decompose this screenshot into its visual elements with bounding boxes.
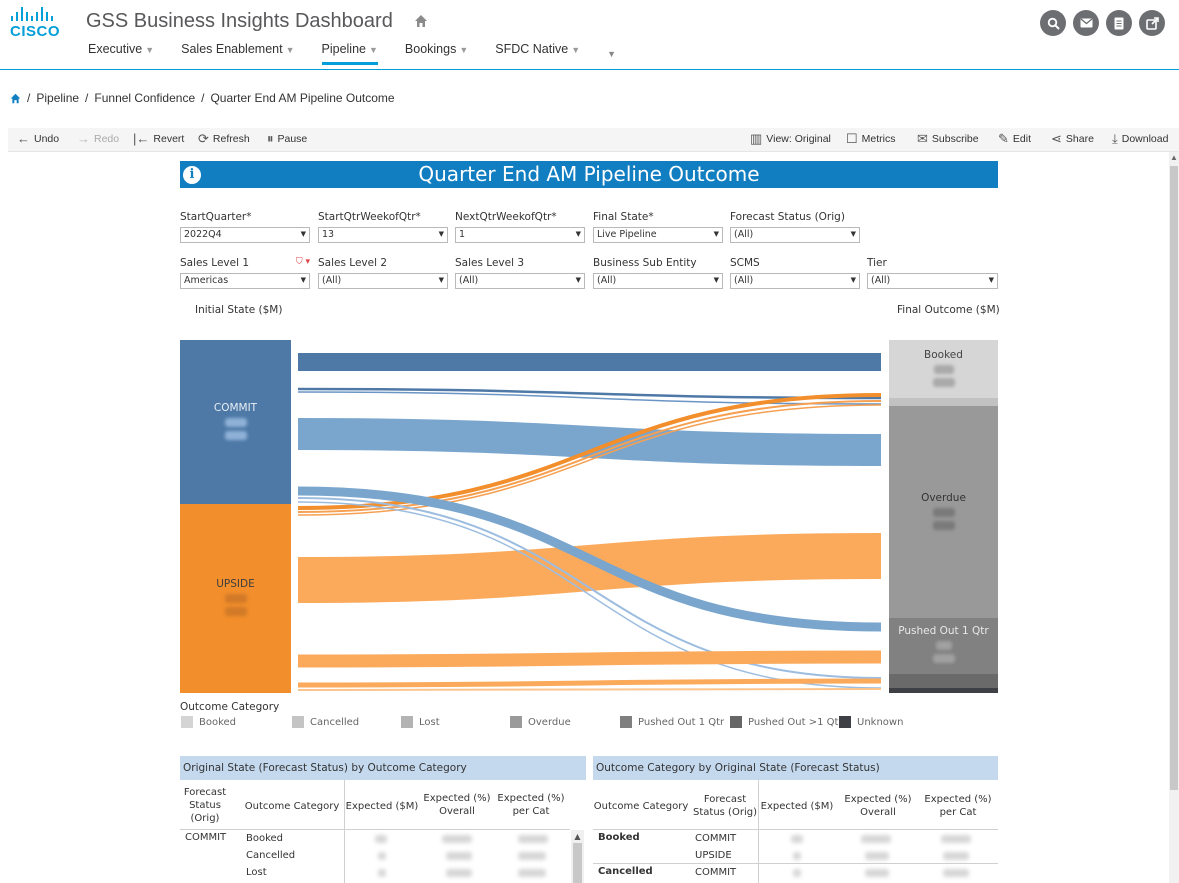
legend-swatch <box>730 716 742 728</box>
flow-upside-pushed-out-gt-1-qtr[interactable] <box>297 678 882 688</box>
col-header[interactable]: Forecast Status (Orig) <box>180 786 230 825</box>
redacted-cell <box>375 835 387 843</box>
app-root: CISCO GSS Business Insights Dashboard Ex… <box>0 0 1179 883</box>
commit-name: COMMIT <box>213 402 258 414</box>
table-row-status: COMMIT <box>695 867 737 878</box>
legend-item-unknown[interactable]: Unknown <box>839 716 903 728</box>
scroll-up-icon[interactable]: ▲ <box>571 832 584 841</box>
node-pushed-out-gt-1-qtr[interactable] <box>889 674 998 688</box>
legend-label: Lost <box>419 716 440 728</box>
redacted-cell <box>943 869 969 877</box>
col-header[interactable]: Expected (%) Overall <box>422 792 492 818</box>
legend-item-cancelled[interactable]: Cancelled <box>292 716 359 728</box>
col-header[interactable]: Expected (%) Overall <box>840 793 916 819</box>
upside-value-redacted <box>224 594 247 603</box>
flow-upside-pushed-out-1-qtr[interactable] <box>297 650 882 668</box>
booked-name: Booked <box>924 349 963 361</box>
col-header[interactable]: Expected (%) per Cat <box>496 792 566 818</box>
col-header[interactable]: Expected (%) per Cat <box>921 793 995 819</box>
upside-name: UPSIDE <box>216 578 255 590</box>
redacted-cell <box>791 835 803 843</box>
table-row-category[interactable]: Cancelled <box>598 866 653 877</box>
legend-item-booked[interactable]: Booked <box>181 716 236 728</box>
booked-value-redacted <box>933 365 954 374</box>
upside-label: UPSIDE <box>180 578 291 616</box>
commit-label: COMMIT <box>180 402 291 440</box>
flow-commit-cancelled[interactable] <box>297 387 882 400</box>
legend-swatch <box>620 716 632 728</box>
redacted-cell <box>378 852 386 860</box>
legend-label: Pushed Out >1 Qtr <box>748 716 843 728</box>
legend-item-lost[interactable]: Lost <box>401 716 440 728</box>
pushed-out-label: Pushed Out 1 Qtr <box>889 625 998 663</box>
redacted-cell <box>793 869 801 877</box>
col-header[interactable]: Outcome Category <box>242 800 342 813</box>
commit-pct-redacted <box>224 431 247 440</box>
node-cancelled-lost[interactable] <box>889 398 998 406</box>
redacted-cell <box>446 869 472 877</box>
table-row-status: COMMIT <box>695 833 737 844</box>
table-outcome-category: Outcome Category by Original State (Fore… <box>593 756 998 883</box>
table-scrollbar[interactable]: ▲ <box>571 830 584 883</box>
col-header[interactable]: Outcome Category <box>593 800 689 813</box>
legend-item-overdue[interactable]: Overdue <box>510 716 571 728</box>
col-header[interactable]: Expected ($M) <box>760 800 834 813</box>
commit-value-redacted <box>224 418 247 427</box>
table-title: Original State (Forecast Status) by Outc… <box>180 756 586 780</box>
redacted-cell <box>446 852 472 860</box>
legend-label: Unknown <box>857 716 904 728</box>
table-row-category[interactable]: Booked <box>246 833 283 844</box>
table-row-category[interactable]: Booked <box>598 832 640 843</box>
table-original-state: Original State (Forecast Status) by Outc… <box>180 756 586 883</box>
scrollbar-thumb[interactable] <box>573 843 582 883</box>
upside-pct-redacted <box>224 607 247 616</box>
legend-swatch <box>510 716 522 728</box>
legend-swatch <box>839 716 851 728</box>
redacted-cell <box>941 835 971 843</box>
overdue-pct-redacted <box>932 521 955 530</box>
overdue-name: Overdue <box>921 492 966 504</box>
legend-label: Booked <box>199 716 237 728</box>
legend-item-pushed-out-gt-1-qtr[interactable]: Pushed Out >1 Qtr <box>730 716 843 728</box>
flow-commit-overdue[interactable] <box>297 418 882 466</box>
col-header[interactable]: Forecast Status (Orig) <box>692 793 758 819</box>
legend-swatch <box>181 716 193 728</box>
pushed-out-pct-redacted <box>932 654 955 663</box>
node-unknown[interactable] <box>889 688 998 693</box>
redacted-cell <box>793 852 801 860</box>
redacted-cell <box>518 869 546 877</box>
table-row-status: UPSIDE <box>695 850 732 861</box>
redacted-cell <box>861 835 891 843</box>
overdue-value-redacted <box>932 508 955 517</box>
booked-label: Booked <box>889 349 998 387</box>
table-row-category[interactable]: Cancelled <box>246 850 295 861</box>
redacted-cell <box>378 869 386 877</box>
table-row-status: COMMIT <box>185 832 227 843</box>
legend-label: Overdue <box>528 716 571 728</box>
legend-title: Outcome Category <box>180 701 280 713</box>
table-title: Outcome Category by Original State (Fore… <box>593 756 998 780</box>
overdue-label: Overdue <box>889 492 998 530</box>
pushed-out-value-redacted <box>935 641 952 650</box>
legend-swatch <box>292 716 304 728</box>
pushed-out-name: Pushed Out 1 Qtr <box>898 625 989 637</box>
legend-label: Pushed Out 1 Qtr <box>638 716 725 728</box>
legend-item-pushed-out-1-qtr[interactable]: Pushed Out 1 Qtr <box>620 716 724 728</box>
col-header[interactable]: Expected ($M) <box>345 800 419 813</box>
redacted-cell <box>943 852 969 860</box>
redacted-cell <box>865 852 889 860</box>
sankey-chart <box>180 340 998 693</box>
redacted-cell <box>865 869 889 877</box>
legend-swatch <box>401 716 413 728</box>
redacted-cell <box>518 835 548 843</box>
booked-pct-redacted <box>932 378 955 387</box>
table-row-category[interactable]: Lost <box>246 867 267 878</box>
legend-label: Cancelled <box>310 716 360 728</box>
redacted-cell <box>518 852 546 860</box>
flow-upside-unknown[interactable] <box>297 688 882 691</box>
redacted-cell <box>442 835 472 843</box>
